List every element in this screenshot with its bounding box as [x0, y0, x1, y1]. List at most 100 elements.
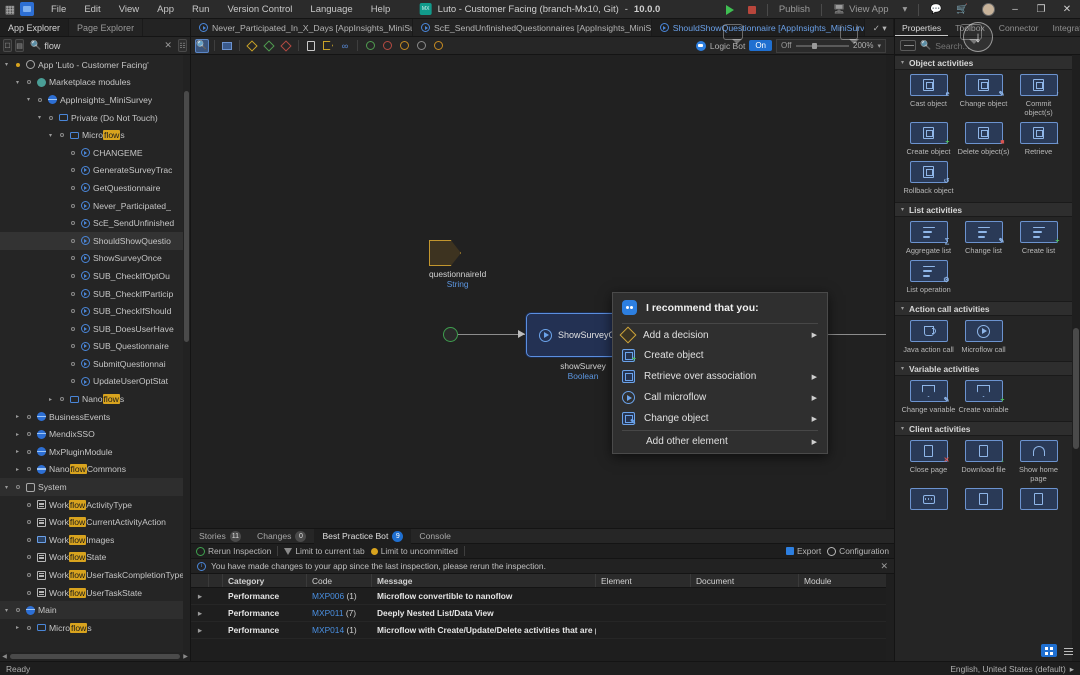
- tree-horizontal-scrollbar[interactable]: ◀ ▶: [0, 652, 190, 661]
- chevron-icon[interactable]: ▸: [46, 396, 55, 403]
- change-list-icon[interactable]: ✎: [964, 221, 1005, 245]
- toolbox-item[interactable]: + Create list: [1011, 221, 1066, 255]
- avatar[interactable]: [975, 0, 1002, 19]
- merge-icon[interactable]: [262, 39, 276, 53]
- tree-item[interactable]: WorkflowUserTaskState: [0, 584, 190, 602]
- chevron-icon[interactable]: ▾: [2, 61, 11, 68]
- tree-item[interactable]: SUB_CheckIfShould: [0, 302, 190, 320]
- toolbox-item[interactable]: ✕ Close page: [901, 440, 956, 483]
- tree-item[interactable]: ▾ Microflows: [0, 126, 190, 144]
- menu-item-app[interactable]: App: [148, 0, 183, 19]
- microflow-canvas[interactable]: questionnaireId String ShowSurveyOnce sh…: [191, 55, 894, 528]
- toolbox-item[interactable]: e Cast object: [901, 74, 956, 117]
- tree-item[interactable]: SUB_CheckIfParticip: [0, 285, 190, 303]
- tree-item[interactable]: ▾ System: [0, 478, 190, 496]
- scroll-left-icon[interactable]: ◀: [0, 653, 9, 660]
- list-view-button[interactable]: [1060, 644, 1076, 657]
- toolbox-item[interactable]: + Create variable: [956, 380, 1011, 414]
- cell-code[interactable]: MXP011 (7): [307, 605, 372, 622]
- canvas-horizontal-scrollbar[interactable]: [191, 520, 894, 528]
- column-message[interactable]: Message: [372, 574, 596, 587]
- decision-icon[interactable]: [245, 39, 259, 53]
- chevron-icon[interactable]: ▾: [46, 132, 55, 139]
- code-link[interactable]: MXP006: [312, 591, 344, 601]
- create-variable-icon[interactable]: +: [964, 380, 1005, 404]
- tree-item[interactable]: WorkflowImages: [0, 531, 190, 549]
- toolbox-item[interactable]: [1011, 488, 1066, 513]
- chevron-icon[interactable]: ▸: [13, 413, 22, 420]
- collapse-all-button[interactable]: ☐: [3, 39, 13, 52]
- stop-button[interactable]: [741, 0, 763, 19]
- end-event-icon[interactable]: [380, 39, 394, 53]
- tree-item[interactable]: ShowSurveyOnce: [0, 250, 190, 268]
- toolbox-item[interactable]: ✎ Change list: [956, 221, 1011, 255]
- view-app-button[interactable]: 🖥 View App: [826, 0, 896, 19]
- tree-item[interactable]: ▸ Nanoflows: [0, 390, 190, 408]
- menu-item-add-other-element[interactable]: Add other element ▶: [613, 432, 827, 451]
- menu-item-version-control[interactable]: Version Control: [218, 0, 301, 19]
- scroll-right-icon[interactable]: ▶: [181, 653, 190, 660]
- toolbox-item[interactable]: Microflow call: [956, 320, 1011, 354]
- table-row[interactable]: ▸ Performance MXP011 (7) Deeply Nested List…: [191, 605, 894, 622]
- publish-button[interactable]: Publish: [772, 0, 817, 19]
- maximize-button[interactable]: ❐: [1028, 0, 1054, 19]
- delete-object-icon[interactable]: ■: [964, 122, 1005, 146]
- tree-item[interactable]: WorkflowState: [0, 549, 190, 567]
- tab-page-explorer[interactable]: Page Explorer: [69, 19, 144, 36]
- create-object-icon[interactable]: +: [909, 122, 950, 146]
- select-tool-icon[interactable]: 🔍: [195, 38, 209, 53]
- toolbox-item[interactable]: [956, 488, 1011, 513]
- column-element[interactable]: Element: [596, 574, 691, 587]
- tree-item[interactable]: SUB_Questionnaire: [0, 338, 190, 356]
- cell-code[interactable]: MXP014 (1): [307, 622, 372, 639]
- code-link[interactable]: MXP014: [312, 625, 344, 635]
- toolbox-item[interactable]: ✎ Change object: [956, 74, 1011, 117]
- tree-item[interactable]: ▾ Main: [0, 601, 190, 619]
- expand-row-icon[interactable]: ▸: [191, 588, 209, 605]
- column-category[interactable]: Category: [223, 574, 307, 587]
- microflow-call-icon[interactable]: [964, 320, 1003, 342]
- tree-item[interactable]: CHANGEME: [0, 144, 190, 162]
- chevron-icon[interactable]: ▾: [35, 114, 44, 121]
- toolbox-item[interactable]: [901, 488, 956, 513]
- search-options-button[interactable]: ☷: [177, 39, 187, 52]
- feedback-icon[interactable]: 💬: [923, 0, 949, 19]
- continue-event-icon[interactable]: [431, 39, 445, 53]
- logic-bot-recommendation-menu[interactable]: I recommend that you: Add a decision ▶ +…: [612, 292, 828, 454]
- close-button[interactable]: ✕: [1054, 0, 1080, 19]
- loop-icon[interactable]: [304, 39, 318, 53]
- chevron-icon[interactable]: ▾: [13, 79, 22, 86]
- java-action-call-icon[interactable]: [909, 320, 948, 342]
- tab-properties[interactable]: Properties: [895, 19, 949, 36]
- toolbox-group-header[interactable]: ▾ List activities: [895, 202, 1080, 217]
- start-event-icon[interactable]: [363, 39, 377, 53]
- menu-item-call-microflow[interactable]: Call microflow ▶: [613, 387, 827, 408]
- create-list-icon[interactable]: +: [1019, 221, 1060, 245]
- menu-item-retrieve-over-association[interactable]: ↓ Retrieve over association ▶: [613, 366, 827, 387]
- close-page-icon[interactable]: ✕: [909, 440, 950, 464]
- toolbox-item[interactable]: ↓ Download file: [956, 440, 1011, 483]
- tab-integration[interactable]: Integration: [1045, 19, 1080, 36]
- buy-icon[interactable]: 🛒: [949, 0, 975, 19]
- tab-toolbox[interactable]: Toolbox: [948, 19, 992, 36]
- toolbox-item[interactable]: ⚙ List operation: [901, 260, 956, 294]
- tree-item[interactable]: SUB_DoesUserHave: [0, 320, 190, 338]
- exclusive-split-icon[interactable]: [279, 39, 293, 53]
- toolbox-group-header[interactable]: ▾ Object activities: [895, 55, 1080, 70]
- chevron-down-icon[interactable]: ▾: [877, 42, 881, 50]
- tree-item[interactable]: ▸ Microflows: [0, 619, 190, 637]
- rerun-inspection-button[interactable]: Rerun Inspection: [196, 546, 271, 556]
- canvas-vertical-scrollbar[interactable]: [886, 55, 894, 528]
- table-row[interactable]: ▸ Performance MXP014 (1) Microflow with Cre…: [191, 622, 894, 639]
- microflow-parameter[interactable]: questionnaireId String: [429, 240, 486, 289]
- document-tab-sce-send-unfinished[interactable]: ScE_SendUnfinishedQuestionnaires [AppIns…: [413, 19, 652, 36]
- download-file-icon[interactable]: ↓: [964, 440, 1005, 464]
- tab-changes[interactable]: Changes 0: [249, 529, 314, 544]
- scroll-thumb[interactable]: [10, 654, 180, 659]
- validation-feedback-icon[interactable]: [1019, 488, 1058, 510]
- menu-item-change-object[interactable]: ✎ Change object ▶: [613, 408, 827, 429]
- tab-connector[interactable]: Connector: [992, 19, 1046, 36]
- chevron-icon[interactable]: ▾: [2, 607, 11, 614]
- menu-item-help[interactable]: Help: [362, 0, 400, 19]
- column-document[interactable]: Document: [691, 574, 799, 587]
